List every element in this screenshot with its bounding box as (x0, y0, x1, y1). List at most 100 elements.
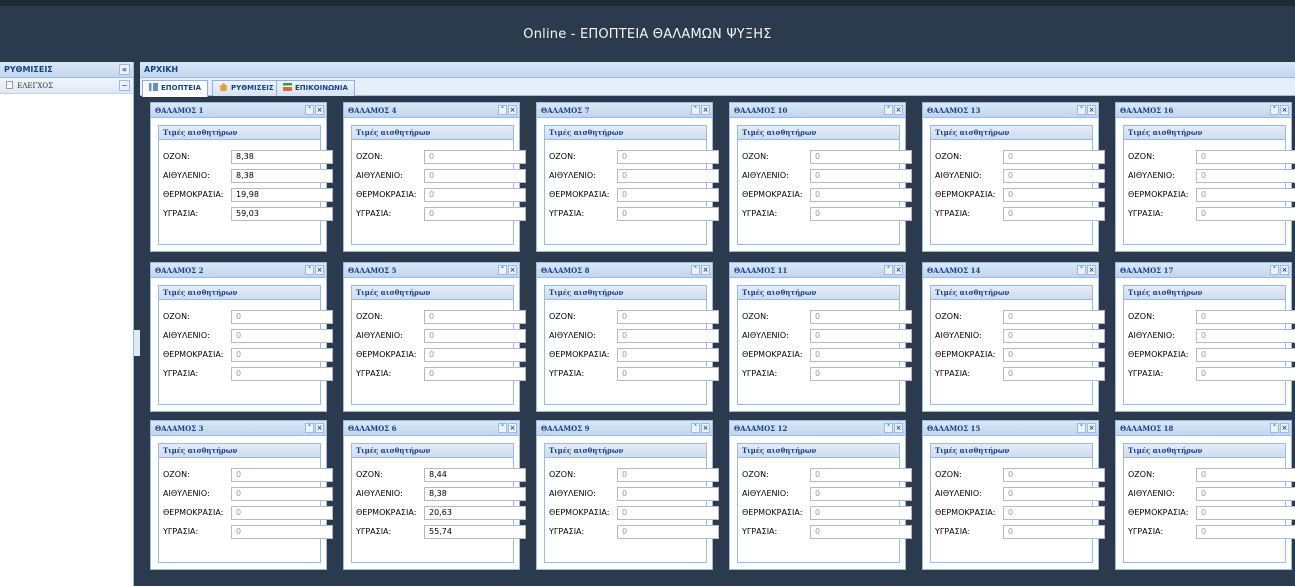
temperature-field[interactable]: 0 (810, 348, 912, 362)
humidity-field[interactable]: 0 (1003, 525, 1105, 539)
temperature-field[interactable]: 0 (424, 348, 526, 362)
humidity-field[interactable]: 0 (617, 207, 719, 221)
close-icon[interactable]: × (315, 423, 324, 433)
humidity-field[interactable]: 0 (617, 525, 719, 539)
tab-settings[interactable]: ΡΥΘΜΙΣΕΙΣ (212, 80, 281, 96)
humidity-field[interactable]: 0 (424, 207, 526, 221)
collapse-up-icon[interactable]: ˄ (1077, 423, 1086, 433)
close-icon[interactable]: × (1087, 423, 1096, 433)
ethylene-field[interactable]: 0 (231, 329, 333, 343)
humidity-field[interactable]: 0 (1003, 367, 1105, 381)
ozone-field[interactable]: 0 (617, 150, 719, 164)
close-icon[interactable]: × (315, 105, 324, 115)
ozone-field[interactable]: 8,44 (424, 468, 526, 482)
close-icon[interactable]: × (315, 265, 324, 275)
temperature-field[interactable]: 19,98 (231, 188, 333, 202)
collapse-up-icon[interactable]: ˄ (305, 423, 314, 433)
ethylene-field[interactable]: 0 (617, 329, 719, 343)
close-icon[interactable]: × (894, 423, 903, 433)
ozone-field[interactable]: 0 (810, 150, 912, 164)
ozone-field[interactable]: 0 (617, 310, 719, 324)
close-icon[interactable]: × (894, 265, 903, 275)
temperature-field[interactable]: 0 (617, 188, 719, 202)
ethylene-field[interactable]: 0 (1003, 169, 1105, 183)
collapse-left-icon[interactable]: « (119, 64, 130, 75)
humidity-field[interactable]: 0 (810, 367, 912, 381)
ozone-field[interactable]: 0 (1196, 310, 1295, 324)
ethylene-field[interactable]: 0 (1196, 169, 1295, 183)
ethylene-field[interactable]: 0 (424, 169, 526, 183)
collapse-up-icon[interactable]: ˄ (498, 423, 507, 433)
ozone-field[interactable]: 0 (231, 310, 333, 324)
ozone-field[interactable]: 0 (1003, 310, 1105, 324)
ozone-field[interactable]: 0 (617, 468, 719, 482)
humidity-field[interactable]: 0 (1196, 207, 1295, 221)
ethylene-field[interactable]: 0 (617, 487, 719, 501)
collapse-up-icon[interactable]: ˄ (691, 105, 700, 115)
tab-communication[interactable]: ΕΠΙΚΟΙΝΩΝΙΑ (276, 80, 355, 96)
humidity-field[interactable]: 0 (810, 525, 912, 539)
temperature-field[interactable]: 0 (231, 348, 333, 362)
close-icon[interactable]: × (1280, 265, 1289, 275)
ozone-field[interactable]: 0 (810, 310, 912, 324)
humidity-field[interactable]: 0 (424, 367, 526, 381)
temperature-field[interactable]: 0 (424, 188, 526, 202)
collapse-up-icon[interactable]: ˄ (498, 105, 507, 115)
collapse-up-icon[interactable]: ˄ (1270, 423, 1279, 433)
ozone-field[interactable]: 0 (1003, 468, 1105, 482)
ozone-field[interactable]: 0 (424, 150, 526, 164)
ethylene-field[interactable]: 0 (1003, 487, 1105, 501)
close-icon[interactable]: × (1087, 265, 1096, 275)
ethylene-field[interactable]: 0 (1003, 329, 1105, 343)
humidity-field[interactable]: 55,74 (424, 525, 526, 539)
ozone-field[interactable]: 0 (1196, 468, 1295, 482)
humidity-field[interactable]: 0 (810, 207, 912, 221)
collapse-up-icon[interactable]: ˄ (691, 265, 700, 275)
ozone-field[interactable]: 0 (231, 468, 333, 482)
close-icon[interactable]: × (894, 105, 903, 115)
temperature-field[interactable]: 0 (1003, 506, 1105, 520)
humidity-field[interactable]: 0 (231, 525, 333, 539)
temperature-field[interactable]: 0 (1003, 188, 1105, 202)
ethylene-field[interactable]: 0 (810, 487, 912, 501)
tab-supervision[interactable]: ΕΠΟΠΤΕΙΑ (142, 80, 209, 97)
tree-item-control[interactable]: ΕΛΕΓΧΟΣ − (0, 78, 133, 94)
humidity-field[interactable]: 0 (1196, 525, 1295, 539)
collapse-up-icon[interactable]: ˄ (884, 423, 893, 433)
close-icon[interactable]: × (508, 105, 517, 115)
ethylene-field[interactable]: 0 (231, 487, 333, 501)
humidity-field[interactable]: 0 (617, 367, 719, 381)
ozone-field[interactable]: 8,38 (231, 150, 333, 164)
ethylene-field[interactable]: 0 (1196, 329, 1295, 343)
close-icon[interactable]: × (1280, 105, 1289, 115)
temperature-field[interactable]: 0 (231, 506, 333, 520)
ozone-field[interactable]: 0 (810, 468, 912, 482)
temperature-field[interactable]: 0 (1196, 348, 1295, 362)
temperature-field[interactable]: 0 (1003, 348, 1105, 362)
minus-icon[interactable]: − (119, 80, 130, 91)
collapse-up-icon[interactable]: ˄ (498, 265, 507, 275)
ozone-field[interactable]: 0 (1003, 150, 1105, 164)
ethylene-field[interactable]: 0 (810, 169, 912, 183)
temperature-field[interactable]: 0 (1196, 506, 1295, 520)
ethylene-field[interactable]: 0 (810, 329, 912, 343)
ethylene-field[interactable]: 0 (424, 329, 526, 343)
collapse-up-icon[interactable]: ˄ (884, 105, 893, 115)
collapse-up-icon[interactable]: ˄ (1270, 105, 1279, 115)
close-icon[interactable]: × (701, 265, 710, 275)
ethylene-field[interactable]: 0 (617, 169, 719, 183)
ozone-field[interactable]: 0 (424, 310, 526, 324)
temperature-field[interactable]: 20,63 (424, 506, 526, 520)
collapse-up-icon[interactable]: ˄ (1077, 105, 1086, 115)
collapse-up-icon[interactable]: ˄ (691, 423, 700, 433)
close-icon[interactable]: × (508, 265, 517, 275)
close-icon[interactable]: × (508, 423, 517, 433)
collapse-up-icon[interactable]: ˄ (884, 265, 893, 275)
temperature-field[interactable]: 0 (810, 506, 912, 520)
close-icon[interactable]: × (701, 105, 710, 115)
temperature-field[interactable]: 0 (617, 506, 719, 520)
collapse-up-icon[interactable]: ˄ (305, 105, 314, 115)
humidity-field[interactable]: 59,03 (231, 207, 333, 221)
collapse-up-icon[interactable]: ˄ (1077, 265, 1086, 275)
ethylene-field[interactable]: 8,38 (231, 169, 333, 183)
